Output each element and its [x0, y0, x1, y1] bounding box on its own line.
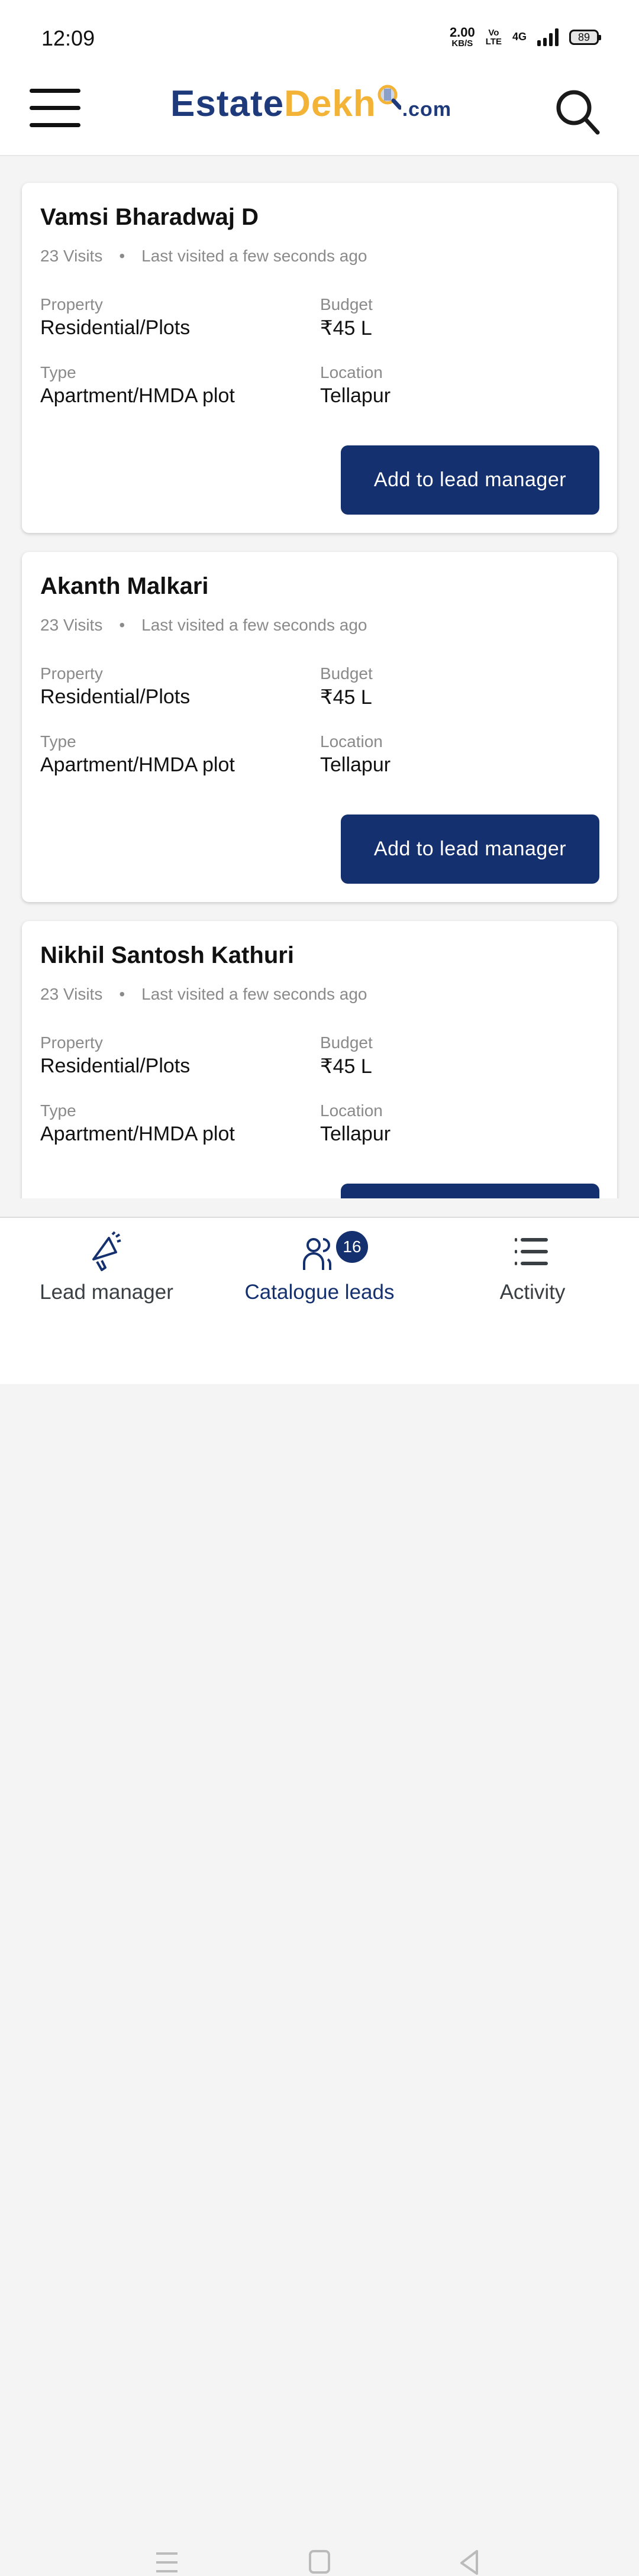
lead-meta: 23 Visits • Last visited a few seconds ago [40, 616, 367, 635]
type-value: Apartment/HMDA plot [40, 384, 235, 407]
magnifier-logo-icon [377, 85, 401, 110]
add-to-lead-manager-button[interactable]: Add to lead manager [341, 1184, 599, 1198]
network-speed: 2.00 KB/S [449, 25, 475, 49]
lead-name: Vamsi Bharadwaj D [40, 204, 259, 230]
lead-card: Nikhil Santosh Kathuri 23 Visits • Last vi… [22, 921, 617, 1198]
search-icon[interactable] [554, 85, 601, 138]
add-to-lead-manager-button[interactable]: Add to lead manager [341, 815, 599, 884]
last-visited: Last visited a few seconds ago [141, 616, 367, 634]
battery-icon: 89 [569, 29, 601, 45]
network-type: 4G [512, 31, 527, 43]
bottom-navigation: Lead manager 16 Catalogue leads Activity [0, 1217, 639, 2575]
budget-label: Budget [320, 664, 373, 683]
lead-meta: 23 Visits • Last visited a few seconds ago [40, 985, 367, 1004]
separator-dot: • [119, 247, 125, 265]
lead-name: Nikhil Santosh Kathuri [40, 942, 294, 968]
budget-label: Budget [320, 295, 373, 313]
tab-label: Catalogue leads [244, 1281, 395, 1304]
megaphone-icon [92, 1231, 121, 1271]
volte-top: Vo [488, 27, 499, 38]
property-label: Property [40, 1033, 103, 1052]
volte-icon: Vo LTE [486, 28, 502, 46]
separator-dot: • [119, 985, 125, 1003]
status-bar: 12:09 2.00 KB/S Vo LTE 4G 89 [0, 0, 639, 66]
list-icon [515, 1238, 548, 1265]
hamburger-menu-button[interactable] [30, 89, 80, 128]
property-label: Property [40, 664, 103, 683]
lead-name: Akanth Malkari [40, 573, 209, 599]
tab-activity[interactable]: Activity [426, 1218, 639, 1324]
type-value: Apartment/HMDA plot [40, 1123, 235, 1145]
property-value: Residential/Plots [40, 686, 191, 708]
property-label: Property [40, 295, 103, 313]
notification-badge: 16 [336, 1231, 368, 1263]
location-label: Location [320, 363, 383, 382]
visit-count: 23 Visits [40, 247, 103, 265]
budget-value: ₹45 L [320, 686, 372, 709]
separator-dot: • [119, 616, 125, 634]
budget-value: ₹45 L [320, 317, 372, 340]
tab-lead-manager[interactable]: Lead manager [0, 1218, 213, 1324]
logo-part2: Dekh [284, 83, 376, 124]
location-value: Tellapur [320, 754, 391, 776]
visit-count: 23 Visits [40, 985, 103, 1003]
type-label: Type [40, 363, 76, 382]
users-icon [303, 1238, 331, 1270]
location-value: Tellapur [320, 1123, 391, 1145]
logo-part3: .com [402, 98, 452, 121]
location-value: Tellapur [320, 384, 391, 407]
lead-card: Akanth Malkari 23 Visits • Last visited a … [22, 552, 617, 902]
signal-icon [537, 28, 559, 46]
tab-label: Activity [499, 1281, 566, 1304]
last-visited: Last visited a few seconds ago [141, 247, 367, 265]
volte-bottom: LTE [485, 36, 502, 47]
lead-meta: 23 Visits • Last visited a few seconds ago [40, 247, 367, 266]
property-value: Residential/Plots [40, 1055, 191, 1077]
budget-value: ₹45 L [320, 1055, 372, 1078]
speed-unit: KB/S [451, 38, 473, 49]
visit-count: 23 Visits [40, 616, 103, 634]
status-time: 12:09 [41, 26, 95, 50]
type-label: Type [40, 732, 76, 751]
app-header: Estate Dekh .com [0, 66, 639, 156]
location-label: Location [320, 732, 383, 751]
home-icon[interactable] [305, 2549, 334, 2576]
logo: Estate Dekh .com [170, 80, 451, 125]
location-label: Location [320, 1101, 383, 1120]
tab-catalogue-leads[interactable]: 16 Catalogue leads [213, 1218, 426, 1324]
lead-card: Vamsi Bharadwaj D 23 Visits • Last visited… [22, 183, 617, 533]
property-value: Residential/Plots [40, 316, 191, 339]
recent-apps-icon[interactable] [153, 2549, 182, 2576]
type-label: Type [40, 1101, 76, 1120]
badge-count: 16 [336, 1231, 368, 1263]
logo-part1: Estate [170, 83, 285, 124]
back-icon[interactable] [456, 2549, 485, 2576]
tab-label: Lead manager [40, 1281, 173, 1304]
budget-label: Budget [320, 1033, 373, 1052]
type-value: Apartment/HMDA plot [40, 754, 235, 776]
last-visited: Last visited a few seconds ago [141, 985, 367, 1003]
add-to-lead-manager-button[interactable]: Add to lead manager [341, 445, 599, 515]
lead-list[interactable]: Vamsi Bharadwaj D 23 Visits • Last visited… [0, 156, 639, 1198]
speed-value: 2.00 [449, 25, 475, 40]
